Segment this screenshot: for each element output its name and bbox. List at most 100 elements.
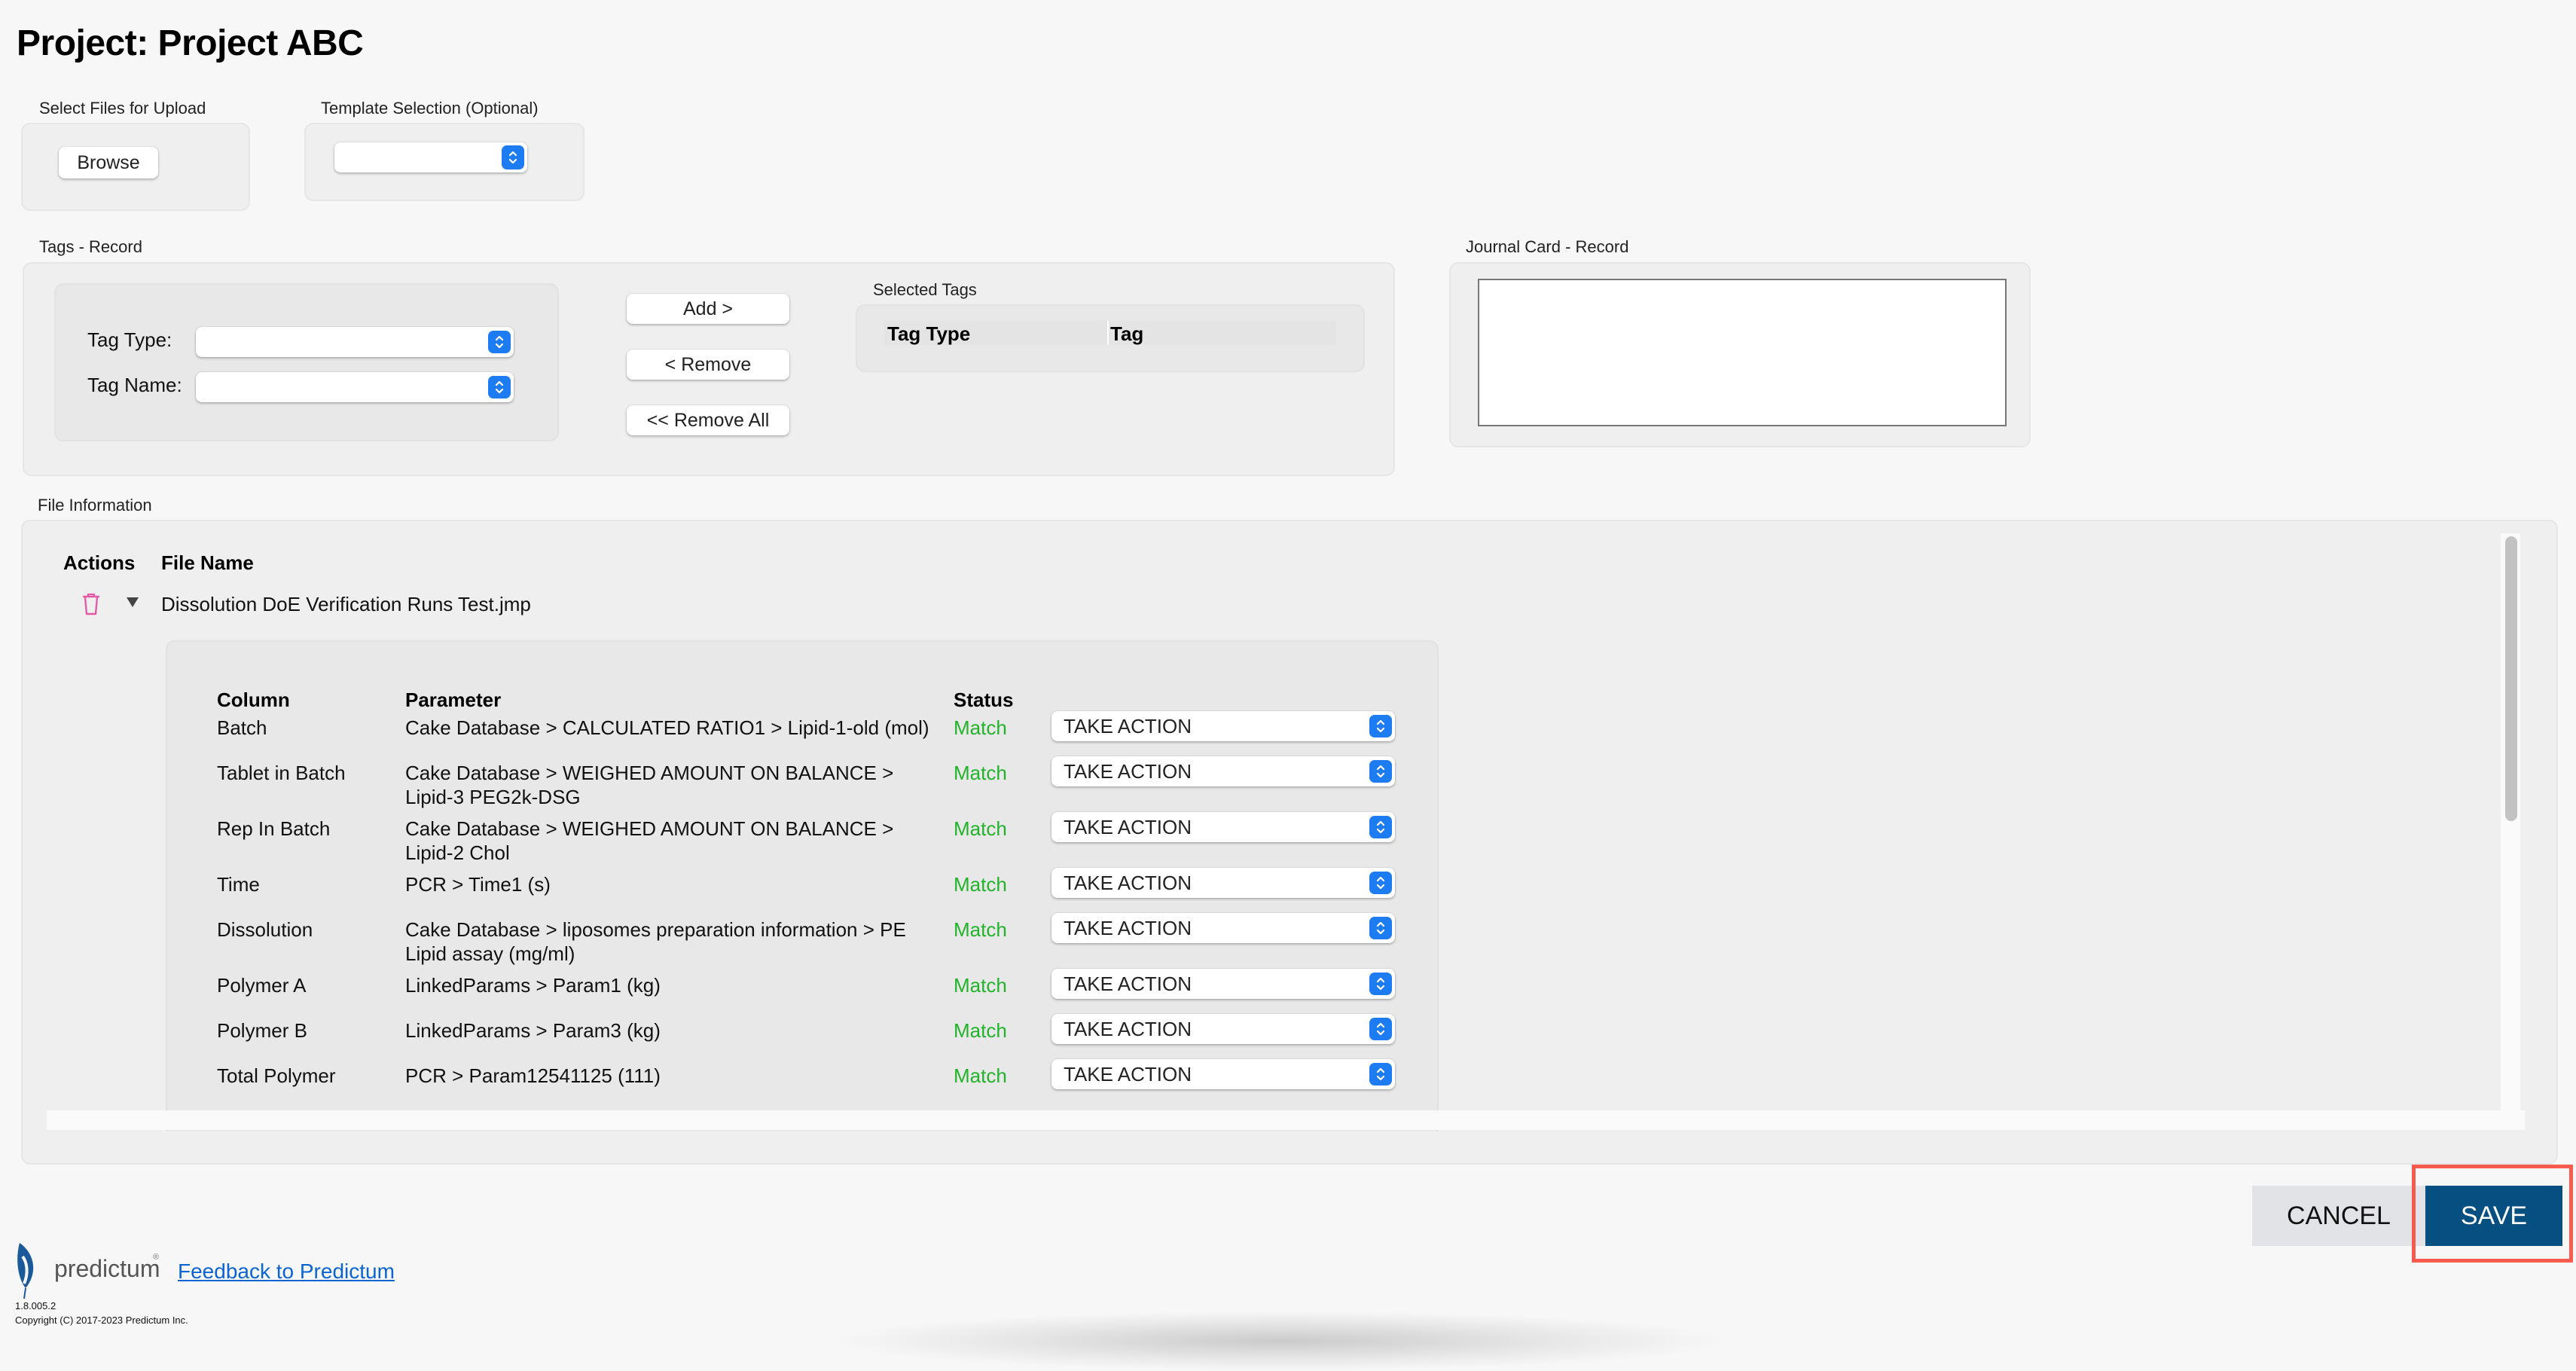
mapping-status: Match — [954, 974, 1007, 997]
add-tag-button[interactable]: Add > — [627, 294, 789, 324]
mapping-status: Match — [954, 716, 1007, 739]
predictum-logo-icon — [14, 1241, 44, 1299]
selected-tags-header-tag: Tag — [1110, 322, 1144, 345]
select-stepper-icon — [1369, 973, 1392, 995]
column-divider — [1107, 321, 1109, 345]
mapping-header-parameter: Parameter — [405, 689, 502, 711]
tag-selectors-panel: Tag Type: Tag Name: — [54, 283, 559, 441]
trash-icon[interactable] — [81, 592, 101, 616]
brand-name: predictum — [54, 1255, 160, 1282]
take-action-value: TAKE ACTION — [1064, 916, 1192, 939]
remove-tag-button[interactable]: < Remove — [627, 350, 789, 380]
file-info-scroll-area: Actions File Name Dissolution DoE Verifi… — [23, 521, 2501, 1131]
select-stepper-icon — [1369, 872, 1392, 894]
select-stepper-icon — [488, 376, 511, 398]
mapping-parameter: PCR > Param12541125 (111) — [405, 1064, 661, 1087]
take-action-select[interactable]: TAKE ACTION — [1051, 868, 1395, 898]
take-action-select[interactable]: TAKE ACTION — [1051, 711, 1395, 741]
take-action-select[interactable]: TAKE ACTION — [1051, 756, 1395, 786]
take-action-value: TAKE ACTION — [1064, 815, 1192, 838]
mapping-column: Polymer A — [217, 974, 307, 997]
tag-name-label: Tag Name: — [87, 374, 182, 396]
horizontal-scroll-track[interactable] — [47, 1110, 2525, 1130]
file-info-panel: Actions File Name Dissolution DoE Verifi… — [21, 520, 2558, 1165]
take-action-value: TAKE ACTION — [1064, 871, 1192, 894]
vertical-scroll-track[interactable] — [2501, 533, 2520, 1130]
mapping-column: Polymer B — [217, 1019, 307, 1042]
file-info-label: File Information — [38, 496, 152, 515]
selected-tags-label: Selected Tags — [873, 280, 977, 299]
registered-mark: ® — [153, 1253, 160, 1262]
mapping-parameter: PCR > Time1 (s) — [405, 873, 551, 896]
mapping-column: Rep In Batch — [217, 817, 331, 840]
remove-all-tags-button[interactable]: << Remove All — [627, 405, 789, 435]
mapping-status: Match — [954, 762, 1007, 784]
copyright-text: Copyright (C) 2017-2023 Predictum Inc. — [15, 1315, 188, 1326]
select-stepper-icon — [488, 331, 511, 353]
selected-tags-header-row: Tag Type Tag — [884, 321, 1336, 345]
mapping-column: Batch — [217, 716, 267, 739]
upload-label: Select Files for Upload — [39, 99, 206, 118]
take-action-select[interactable]: TAKE ACTION — [1051, 969, 1395, 999]
tag-name-select[interactable] — [196, 372, 514, 402]
window-shadow — [829, 1311, 1732, 1371]
take-action-select[interactable]: TAKE ACTION — [1051, 913, 1395, 943]
mapping-header-status: Status — [954, 689, 1014, 711]
version-text: 1.8.005.2 — [15, 1300, 56, 1311]
mapping-column: Total Polymer — [217, 1064, 336, 1087]
selected-tags-table: Tag Type Tag — [856, 304, 1365, 372]
cancel-button[interactable]: CANCEL — [2252, 1186, 2425, 1246]
mapping-column: Time — [217, 873, 260, 896]
vertical-scroll-thumb[interactable] — [2505, 536, 2517, 821]
mapping-parameter: LinkedParams > Param3 (kg) — [405, 1019, 661, 1042]
template-select[interactable] — [334, 142, 527, 173]
mapping-status: Match — [954, 873, 1007, 896]
journal-panel — [1449, 262, 2031, 447]
mapping-column: Dissolution — [217, 918, 313, 941]
take-action-value: TAKE ACTION — [1064, 972, 1192, 995]
take-action-select[interactable]: TAKE ACTION — [1051, 1059, 1395, 1089]
journal-textarea[interactable] — [1478, 279, 2007, 426]
tag-type-label: Tag Type: — [87, 328, 172, 351]
take-action-value: TAKE ACTION — [1064, 1017, 1192, 1040]
tags-panel: Tag Type: Tag Name: Add > < Remove << Re… — [23, 262, 1395, 476]
mapping-status: Match — [954, 1019, 1007, 1042]
take-action-value: TAKE ACTION — [1064, 759, 1192, 783]
take-action-value: TAKE ACTION — [1064, 714, 1192, 737]
select-stepper-icon — [1369, 715, 1392, 737]
mapping-parameter: Cake Database > liposomes preparation in… — [405, 918, 906, 965]
mapping-status: Match — [954, 817, 1007, 840]
collapse-triangle-icon[interactable] — [125, 595, 140, 610]
mapping-parameter: LinkedParams > Param1 (kg) — [405, 974, 661, 997]
take-action-value: TAKE ACTION — [1064, 1062, 1192, 1086]
select-stepper-icon — [1369, 816, 1392, 838]
take-action-select[interactable]: TAKE ACTION — [1051, 812, 1395, 842]
mapping-column: Tablet in Batch — [217, 762, 346, 784]
take-action-select[interactable]: TAKE ACTION — [1051, 1014, 1395, 1044]
tags-label: Tags - Record — [39, 237, 142, 256]
select-stepper-icon — [1369, 917, 1392, 939]
selected-tags-header-tag-type: Tag Type — [887, 322, 971, 345]
page-title: Project: Project ABC — [17, 23, 364, 63]
file-name: Dissolution DoE Verification Runs Test.j… — [161, 593, 531, 615]
browse-button[interactable]: Browse — [59, 147, 158, 179]
feedback-link[interactable]: Feedback to Predictum — [178, 1260, 395, 1284]
mapping-header-column: Column — [217, 689, 290, 711]
save-button[interactable]: SAVE — [2425, 1186, 2562, 1246]
mapping-parameter: Cake Database > CALCULATED RATIO1 > Lipi… — [405, 716, 929, 739]
mapping-status: Match — [954, 918, 1007, 941]
tag-type-select[interactable] — [196, 327, 514, 357]
template-label: Template Selection (Optional) — [321, 99, 539, 118]
select-stepper-icon — [502, 145, 524, 169]
template-panel — [304, 123, 584, 201]
header-actions: Actions — [63, 551, 136, 574]
column-mapping-panel: Column Parameter Status Batch Cake Databa… — [166, 640, 1439, 1131]
select-stepper-icon — [1369, 1018, 1392, 1040]
select-stepper-icon — [1369, 1063, 1392, 1086]
header-file-name: File Name — [161, 551, 254, 574]
mapping-parameter: Cake Database > WEIGHED AMOUNT ON BALANC… — [405, 762, 894, 808]
select-stepper-icon — [1369, 760, 1392, 783]
upload-panel: Browse — [21, 123, 250, 211]
mapping-status: Match — [954, 1064, 1007, 1087]
mapping-parameter: Cake Database > WEIGHED AMOUNT ON BALANC… — [405, 817, 894, 864]
